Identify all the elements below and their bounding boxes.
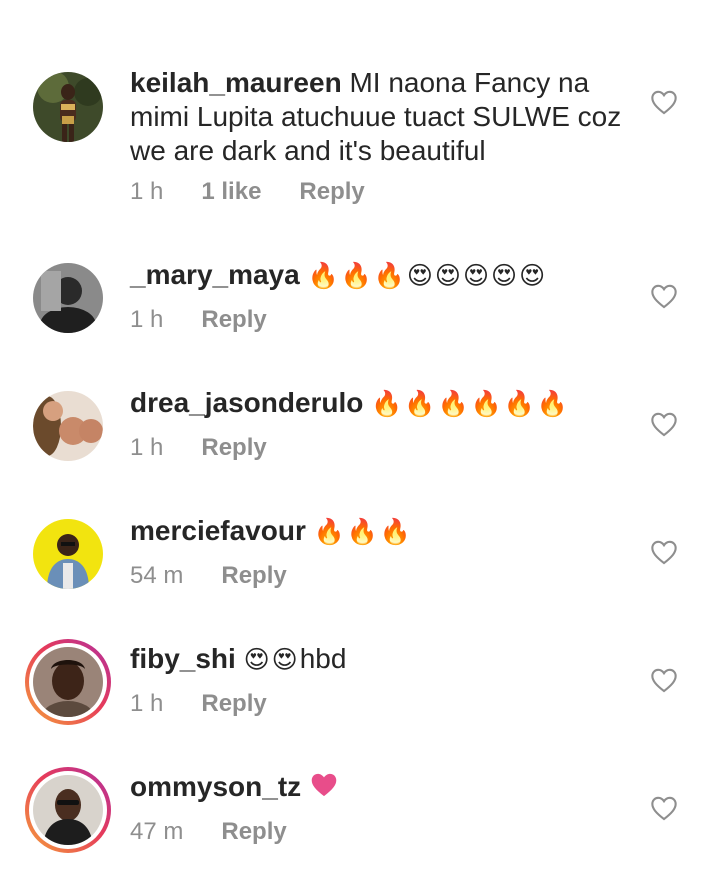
comment-username[interactable]: ommyson_tz <box>130 771 301 802</box>
user-avatar[interactable] <box>33 72 103 142</box>
like-heart-icon[interactable] <box>650 539 678 565</box>
comment-text: hbd <box>299 643 347 674</box>
comment-username[interactable]: drea_jasonderulo <box>130 387 363 418</box>
user-avatar-story-ring[interactable] <box>25 639 111 725</box>
comment-timestamp: 47 m <box>130 818 184 845</box>
comment-emoji: 🔥🔥🔥 <box>313 518 414 546</box>
comment-username[interactable]: _mary_maya <box>130 259 300 290</box>
story-ring <box>29 643 107 721</box>
comment-emoji: 🔥🔥🔥🔥🔥🔥 <box>371 390 570 418</box>
user-avatar[interactable] <box>33 391 103 461</box>
avatar-photo <box>33 775 103 845</box>
like-heart-icon[interactable] <box>650 283 678 309</box>
comment-timestamp: 54 m <box>130 562 184 589</box>
reply-button[interactable]: Reply <box>201 306 266 334</box>
comment-timestamp: 1 h <box>130 306 164 333</box>
avatar-photo <box>33 647 103 717</box>
comment-list: keilah_maureen MI naona Fancy na mimi Lu… <box>0 0 720 871</box>
comment-username[interactable]: fiby_shi <box>130 643 236 674</box>
user-avatar-story-ring[interactable] <box>25 767 111 853</box>
comment-emoji: 😍😍 <box>243 646 300 674</box>
avatar-photo <box>33 519 103 589</box>
like-heart-icon[interactable] <box>650 795 678 821</box>
reply-button[interactable]: Reply <box>299 178 364 206</box>
comment-emoji: 🔥🔥🔥😍😍😍😍😍 <box>307 262 548 290</box>
comment-username[interactable]: merciefavour <box>130 515 306 546</box>
user-avatar[interactable] <box>33 263 103 333</box>
pink-heart-icon <box>309 771 339 806</box>
reply-button[interactable]: Reply <box>221 818 286 846</box>
user-avatar[interactable] <box>33 519 103 589</box>
avatar-photo <box>33 263 103 333</box>
comment-timestamp: 1 h <box>130 178 164 205</box>
reply-button[interactable]: Reply <box>201 690 266 718</box>
comment-timestamp: 1 h <box>130 434 164 461</box>
reply-button[interactable]: Reply <box>221 562 286 590</box>
avatar-photo <box>33 391 103 461</box>
comment-timestamp: 1 h <box>130 690 164 717</box>
like-heart-icon[interactable] <box>650 411 678 437</box>
story-ring <box>29 771 107 849</box>
avatar-photo <box>33 72 103 142</box>
likes-count[interactable]: 1 like <box>201 178 261 206</box>
like-heart-icon[interactable] <box>650 89 678 115</box>
like-heart-icon[interactable] <box>650 667 678 693</box>
reply-button[interactable]: Reply <box>201 434 266 462</box>
comment-username[interactable]: keilah_maureen <box>130 67 342 98</box>
